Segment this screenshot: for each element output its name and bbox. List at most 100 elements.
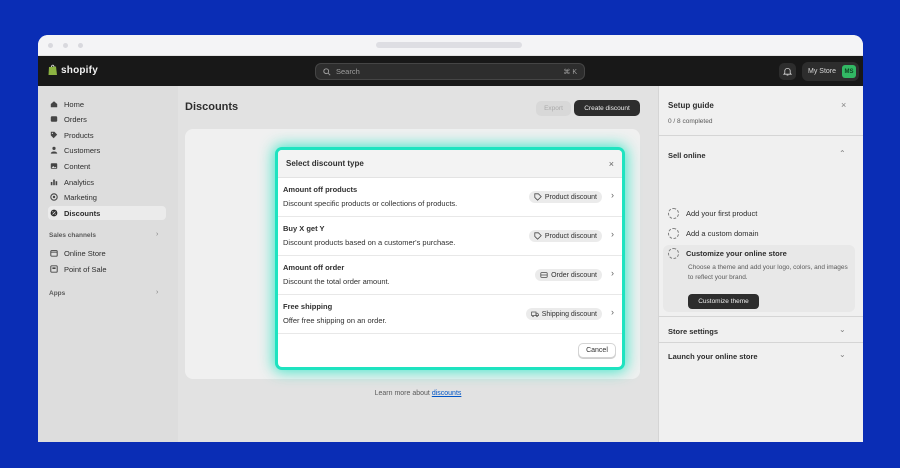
bar-chart-icon	[50, 179, 58, 186]
sidebar-item-marketing[interactable]: Marketing	[48, 190, 166, 204]
incomplete-circle-icon[interactable]	[668, 228, 679, 239]
option-title: Amount off order	[283, 263, 345, 272]
store-settings-heading[interactable]: Store settings	[668, 327, 718, 336]
notifications-button[interactable]	[779, 63, 796, 80]
option-free-shipping[interactable]: Free shipping Offer free shipping on an …	[278, 295, 622, 334]
customize-theme-button[interactable]: Customize theme	[688, 294, 759, 309]
task-description: Choose a theme and add your logo, colors…	[688, 264, 848, 281]
cancel-button[interactable]: Cancel	[578, 343, 616, 358]
launch-store-heading[interactable]: Launch your online store	[668, 352, 758, 361]
option-amount-off-products[interactable]: Amount off products Discount specific pr…	[278, 178, 622, 217]
truck-icon	[531, 311, 539, 318]
sidebar-item-label: Customers	[64, 145, 101, 155]
store-icon	[50, 250, 58, 257]
image-icon	[50, 163, 58, 169]
option-description: Discount specific products or collection…	[283, 199, 458, 208]
chevron-down-icon[interactable]: ⌄	[839, 325, 846, 334]
sidebar-item-analytics[interactable]: Analytics	[48, 175, 166, 189]
setup-progress: 0 / 8 completed	[668, 118, 713, 125]
avatar: MS	[842, 65, 856, 78]
option-description: Discount products based on a customer's …	[283, 238, 456, 247]
chevron-up-icon[interactable]: ⌃	[839, 149, 846, 158]
task-customize-store[interactable]: Customize your online store	[668, 248, 787, 259]
sidebar-item-label: Discounts	[64, 208, 101, 218]
home-icon	[50, 101, 58, 108]
window-dot	[78, 43, 83, 48]
sidebar-item-home[interactable]: Home	[48, 97, 166, 111]
modal-footer: Cancel	[278, 334, 622, 367]
tag-icon	[534, 232, 542, 240]
discounts-link[interactable]: discounts	[432, 390, 462, 397]
sidebar-item-point-of-sale[interactable]: Point of Sale	[48, 262, 166, 276]
sidebar-item-label: Content	[64, 161, 91, 171]
sidebar-item-label: Online Store	[64, 248, 106, 258]
sidebar-item-label: Point of Sale	[64, 264, 107, 274]
close-icon[interactable]: ×	[841, 100, 846, 110]
sell-online-heading[interactable]: Sell online	[668, 151, 706, 160]
option-title: Amount off products	[283, 185, 358, 194]
sidebar-item-customers[interactable]: Customers	[48, 143, 166, 157]
learn-more-prefix: Learn more about	[374, 390, 432, 397]
sidebar-nav: Home Orders Products Customers Content A…	[38, 86, 178, 442]
learn-more-text: Learn more about discounts	[178, 390, 658, 397]
sidebar-item-label: Products	[64, 130, 94, 140]
shopify-logo[interactable]: shopify	[48, 64, 98, 76]
chevron-right-icon: ›	[611, 307, 614, 317]
incomplete-circle-icon[interactable]	[668, 248, 679, 259]
inbox-icon	[50, 116, 58, 122]
admin-topbar: shopify Search ⌘ K My Store MS	[38, 56, 863, 86]
chevron-right-icon: ›	[611, 190, 614, 200]
chevron-right-icon: ›	[611, 268, 614, 278]
task-label: Customize your online store	[686, 249, 787, 258]
close-icon[interactable]: ×	[609, 159, 614, 169]
sidebar-item-label: Marketing	[64, 192, 97, 202]
store-menu-button[interactable]: My Store MS	[802, 62, 859, 81]
brand-name: shopify	[61, 64, 98, 76]
search-placeholder: Search	[336, 67, 360, 76]
setup-guide-title: Setup guide	[668, 101, 714, 110]
browser-chrome	[38, 35, 863, 56]
sidebar-item-label: Orders	[64, 114, 87, 124]
export-button[interactable]: Export	[536, 101, 571, 116]
badge-label: Order discount	[551, 271, 597, 279]
chevron-right-icon[interactable]: ›	[156, 231, 158, 238]
store-name: My Store	[808, 68, 837, 75]
tag-icon	[534, 193, 542, 201]
option-title: Free shipping	[283, 302, 333, 311]
sidebar-item-online-store[interactable]: Online Store	[48, 246, 166, 260]
create-discount-button[interactable]: Create discount	[574, 100, 640, 116]
sidebar-item-orders[interactable]: Orders	[48, 112, 166, 126]
pos-icon	[50, 265, 58, 273]
chevron-down-icon[interactable]: ⌄	[839, 350, 846, 359]
apps-label: Apps	[49, 290, 66, 297]
option-description: Offer free shipping on an order.	[283, 316, 387, 325]
select-discount-type-modal: Select discount type × Amount off produc…	[278, 150, 622, 367]
option-title: Buy X get Y	[283, 224, 325, 233]
sidebar-item-label: Analytics	[64, 177, 95, 187]
divider	[659, 316, 863, 317]
shopify-bag-icon	[48, 64, 57, 75]
incomplete-circle-icon[interactable]	[668, 208, 679, 219]
task-custom-domain[interactable]: Add a custom domain	[668, 228, 759, 239]
target-icon	[50, 193, 58, 201]
setup-guide-panel: Setup guide × 0 / 8 completed Sell onlin…	[658, 86, 863, 442]
sidebar-item-discounts[interactable]: Discounts	[48, 206, 166, 220]
search-shortcut: ⌘ K	[563, 68, 577, 76]
option-amount-off-order[interactable]: Amount off order Discount the total orde…	[278, 256, 622, 295]
person-icon	[50, 146, 58, 154]
product-discount-badge: Product discount	[528, 191, 602, 203]
divider	[659, 342, 863, 343]
divider	[659, 135, 863, 136]
task-add-product[interactable]: Add your first product	[668, 208, 757, 219]
task-label: Add your first product	[686, 209, 758, 218]
sidebar-item-content[interactable]: Content	[48, 159, 166, 173]
chevron-right-icon[interactable]: ›	[156, 289, 158, 296]
search-input[interactable]: Search ⌘ K	[315, 63, 585, 80]
window-dot	[63, 43, 68, 48]
option-buy-x-get-y[interactable]: Buy X get Y Discount products based on a…	[278, 217, 622, 256]
badge-label: Shipping discount	[541, 310, 597, 318]
discount-icon	[50, 209, 58, 217]
sidebar-item-products[interactable]: Products	[48, 128, 166, 142]
url-bar[interactable]	[376, 42, 522, 48]
badge-label: Product discount	[544, 232, 597, 240]
